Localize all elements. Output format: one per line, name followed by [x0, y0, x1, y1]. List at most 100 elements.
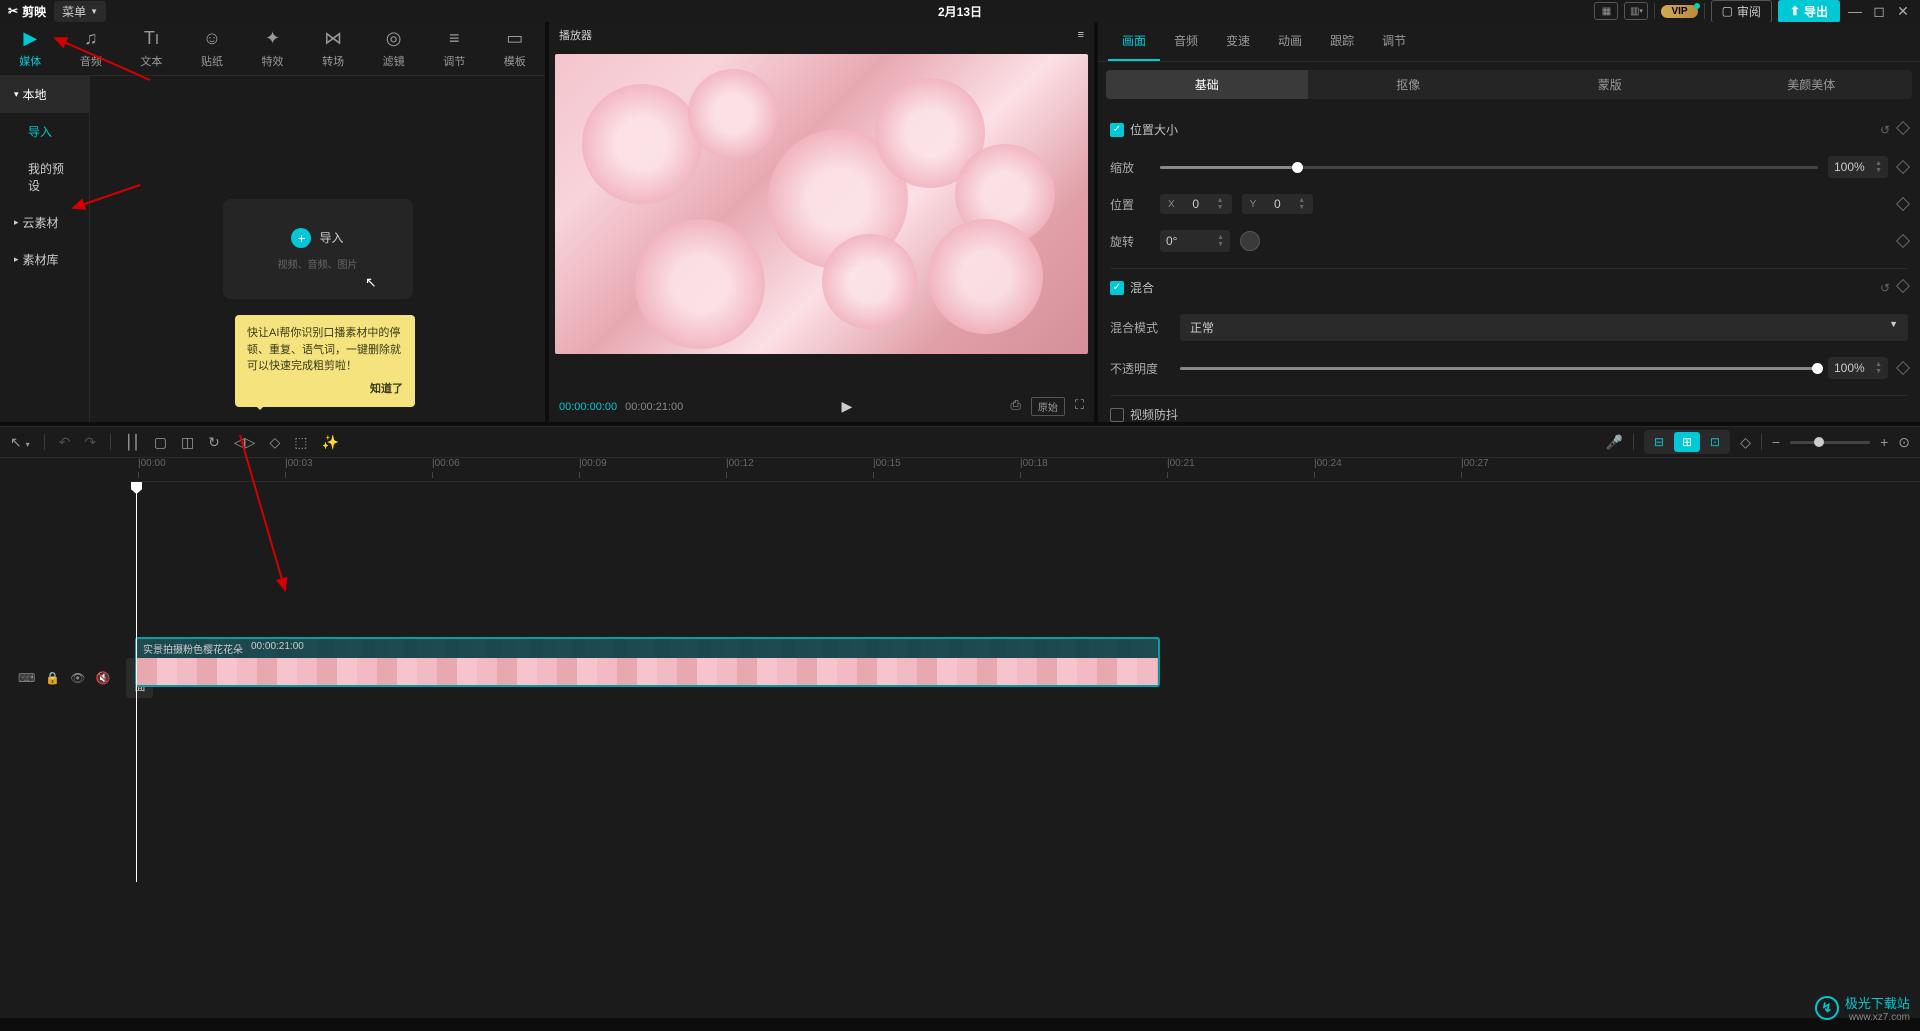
props-tab-audio[interactable]: 音频 — [1160, 22, 1212, 61]
tab-transition[interactable]: ⋈转场 — [303, 28, 364, 69]
play-button[interactable]: ▶ — [841, 398, 852, 415]
stabilize-label: 视频防抖 — [1130, 406, 1178, 422]
props-tab-adjust[interactable]: 调节 — [1368, 22, 1420, 61]
shortcut-icon[interactable]: ⌨ — [18, 671, 35, 685]
position-x-input[interactable]: X0▲▼ — [1160, 194, 1232, 214]
sidebar-import[interactable]: 导入 — [0, 113, 89, 150]
import-box[interactable]: + 导入 视频、音频、图片 — [223, 199, 413, 299]
lock-icon[interactable]: 🔒 — [45, 671, 60, 685]
ratio-button[interactable]: 原始 — [1031, 397, 1065, 416]
tab-media[interactable]: ▶媒体 — [0, 28, 61, 69]
rotate-knob[interactable] — [1240, 231, 1260, 251]
tab-adjust[interactable]: ≡调节 — [424, 28, 485, 69]
snap-toggle-3[interactable]: ⊡ — [1702, 432, 1728, 452]
tab-audio[interactable]: ♫音频 — [61, 28, 122, 69]
menu-button[interactable]: 菜单 ▼ — [54, 1, 106, 22]
mirror-tool[interactable]: ◁▷ — [234, 434, 256, 451]
redo-button[interactable]: ↷ — [84, 434, 96, 451]
export-button[interactable]: ⬆ 导出 — [1778, 0, 1840, 23]
media-drop-area: + 导入 视频、音频、图片 快让AI帮你识别口播素材中的停顿、重复、语气词，一键… — [90, 76, 545, 422]
tab-effect[interactable]: ✦特效 — [242, 28, 303, 69]
zoom-fit-icon[interactable]: ⊙ — [1898, 434, 1910, 451]
undo-button[interactable]: ↶ — [59, 434, 71, 451]
eye-icon[interactable]: 👁 — [70, 671, 85, 685]
tab-text[interactable]: TI文本 — [121, 28, 182, 69]
pos-size-checkbox[interactable]: ✓ — [1110, 123, 1124, 137]
rotate-tool[interactable]: ◇ — [269, 434, 280, 451]
props-tab-speed[interactable]: 变速 — [1212, 22, 1264, 61]
vip-badge[interactable]: VIP — [1661, 5, 1697, 18]
opacity-slider[interactable] — [1180, 367, 1818, 370]
layout-icon-1[interactable]: ▦ — [1594, 2, 1618, 20]
review-button[interactable]: ▢ 审阅 — [1711, 0, 1772, 23]
filter-icon: ◎ — [386, 28, 402, 49]
reverse-tool[interactable]: ↻ — [208, 434, 220, 451]
keyframe-icon[interactable] — [1896, 120, 1910, 134]
props-tab-picture[interactable]: 画面 — [1108, 22, 1160, 61]
subtab-beauty[interactable]: 美颜美体 — [1711, 70, 1913, 99]
fullscreen-icon[interactable]: ⛶ — [1075, 397, 1084, 416]
maximize-button[interactable]: ◻ — [1870, 3, 1888, 20]
freeze-tool[interactable]: ◫ — [181, 434, 194, 451]
zoom-out-icon[interactable]: − — [1772, 434, 1780, 450]
snap-toggle-1[interactable]: ⊟ — [1646, 432, 1672, 452]
snap-toggle-2[interactable]: ⊞ — [1674, 432, 1700, 452]
mute-icon[interactable]: 🔇 — [96, 671, 111, 685]
titlebar: ✂ 剪映 菜单 ▼ 2月13日 ▦ ▥ ▾ VIP ▢ 审阅 ⬆ 导出 — ◻ … — [0, 0, 1920, 22]
sidebar-cloud[interactable]: ▸云素材 — [0, 204, 89, 241]
zoom-in-icon[interactable]: + — [1880, 434, 1888, 450]
properties-panel: 画面 音频 变速 动画 跟踪 调节 基础 抠像 蒙版 美颜美体 ✓ 位置大小 ↺ — [1098, 22, 1920, 422]
close-button[interactable]: ✕ — [1894, 3, 1912, 20]
sidebar-presets[interactable]: 我的预设 — [0, 150, 89, 204]
playhead[interactable] — [136, 482, 137, 882]
keyframe-icon[interactable] — [1896, 361, 1910, 375]
watermark-name: 极光下载站 — [1845, 993, 1910, 1012]
stabilize-checkbox[interactable] — [1110, 408, 1124, 422]
snapshot-icon[interactable]: ⎙ — [1010, 397, 1020, 416]
adjust-icon: ≡ — [449, 28, 460, 49]
sidebar-local[interactable]: ▾本地 — [0, 76, 89, 113]
scale-slider[interactable] — [1160, 166, 1818, 169]
preview-icon[interactable]: ◇ — [1740, 434, 1751, 451]
player-menu-icon[interactable]: ≡ — [1078, 29, 1084, 41]
split-tool[interactable]: ⎮⎮ — [125, 434, 140, 451]
text-icon: TI — [144, 28, 159, 49]
opacity-label: 不透明度 — [1110, 360, 1170, 377]
tooltip-ok-button[interactable]: 知道了 — [247, 381, 403, 398]
subtab-mask[interactable]: 蒙版 — [1509, 70, 1711, 99]
reset-icon[interactable]: ↺ — [1880, 281, 1890, 295]
rotate-value[interactable]: 0°▲▼ — [1160, 230, 1230, 252]
player-canvas[interactable] — [555, 54, 1088, 354]
ai-tool[interactable]: ✨ — [321, 434, 338, 451]
keyframe-icon[interactable] — [1896, 197, 1910, 211]
timeline-ruler[interactable]: |00:00 |00:03 |00:06 |00:09 |00:12 |00:1… — [130, 458, 1920, 482]
tab-filter[interactable]: ◎滤镜 — [363, 28, 424, 69]
select-tool[interactable]: ↖ ▾ — [10, 434, 30, 451]
keyframe-icon[interactable] — [1896, 160, 1910, 174]
chevron-right-icon: ▸ — [14, 254, 19, 265]
delete-tool[interactable]: ▢ — [154, 434, 167, 451]
timeline-tracks[interactable]: |00:00 |00:03 |00:06 |00:09 |00:12 |00:1… — [130, 458, 1920, 1018]
mic-icon[interactable]: 🎤 — [1605, 434, 1622, 451]
props-tab-track[interactable]: 跟踪 — [1316, 22, 1368, 61]
zoom-slider[interactable] — [1790, 441, 1870, 444]
scale-value[interactable]: 100%▲▼ — [1828, 156, 1888, 178]
blend-checkbox[interactable]: ✓ — [1110, 281, 1124, 295]
blend-mode-select[interactable]: 正常▼ — [1180, 314, 1908, 341]
subtab-cutout[interactable]: 抠像 — [1308, 70, 1510, 99]
crop-tool[interactable]: ⬚ — [294, 434, 307, 451]
tab-template[interactable]: ▭模板 — [485, 28, 546, 69]
opacity-value[interactable]: 100%▲▼ — [1828, 357, 1888, 379]
keyframe-icon[interactable] — [1896, 234, 1910, 248]
subtab-basic[interactable]: 基础 — [1106, 70, 1308, 99]
tab-sticker[interactable]: ☺贴纸 — [182, 28, 243, 69]
video-clip[interactable]: 实景拍摄粉色樱花花朵 00:00:21:00 — [135, 637, 1160, 687]
sidebar-library[interactable]: ▸素材库 — [0, 241, 89, 278]
layout-icon-2[interactable]: ▥ ▾ — [1624, 2, 1648, 20]
position-y-input[interactable]: Y0▲▼ — [1242, 194, 1314, 214]
minimize-button[interactable]: — — [1846, 3, 1864, 19]
props-tab-animation[interactable]: 动画 — [1264, 22, 1316, 61]
reset-icon[interactable]: ↺ — [1880, 123, 1890, 137]
keyframe-icon[interactable] — [1896, 278, 1910, 292]
media-panel: ▶媒体 ♫音频 TI文本 ☺贴纸 ✦特效 ⋈转场 ◎滤镜 ≡调节 ▭模板 ▾本地… — [0, 22, 545, 422]
